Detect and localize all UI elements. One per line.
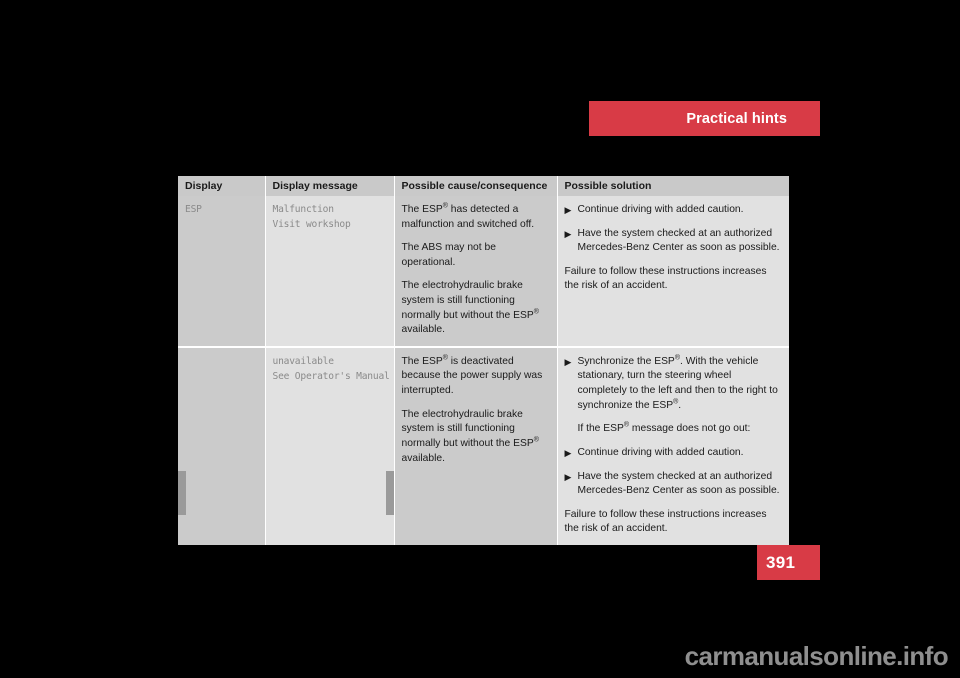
cause-paragraph: The ESP® has detected a malfunction and …	[401, 202, 535, 230]
registered-mark: ®	[442, 354, 448, 362]
cell-display-message: Malfunction Visit workshop	[265, 196, 395, 347]
display-messages-table: Display Display message Possible cause/c…	[178, 176, 789, 545]
cause-paragraph: The electrohydraulic brake system is sti…	[401, 280, 539, 336]
solution-bullet: ▶ Have the system checked at an authoriz…	[565, 227, 781, 256]
registered-mark: ®	[674, 354, 680, 362]
solution-mid-note: If the ESP® message does not go out:	[577, 421, 751, 435]
bullet-arrow-icon: ▶	[564, 356, 572, 367]
solution-bullet-text: Continue driving with added caution.	[577, 204, 744, 215]
solution-warning-note: Failure to follow these instructions inc…	[564, 508, 767, 535]
registered-mark: ®	[533, 308, 539, 316]
table-row: unavailable See Operator's Manual The ES…	[178, 345, 789, 545]
display-message-line: Visit workshop	[272, 218, 351, 230]
registered-mark: ®	[442, 202, 448, 210]
cause-paragraph: The ESP® is deactivated because the powe…	[401, 354, 543, 397]
chapter-banner-label: Practical hints	[686, 110, 787, 127]
column-header-solution: Possible solution	[557, 176, 789, 196]
display-message-line: See Operator's Manual	[272, 370, 390, 382]
solution-bullet: ▶ Continue driving with added caution.	[565, 203, 781, 218]
cause-paragraph: The ABS may not be operational.	[401, 242, 496, 268]
registered-mark: ®	[673, 398, 679, 406]
solution-bullet-text: Synchronize the ESP®. With the vehicle s…	[577, 354, 778, 411]
registered-mark: ®	[623, 421, 630, 429]
table-row: ESP Malfunction Visit workshop The ESP® …	[178, 196, 789, 347]
page-number-block: 391	[757, 545, 820, 580]
cell-cause: The ESP® has detected a malfunction and …	[394, 196, 558, 347]
display-code: ESP	[185, 204, 202, 215]
bullet-arrow-icon: ▶	[564, 471, 572, 482]
crop-mark-right	[386, 471, 394, 515]
cell-solution: ▶ Continue driving with added caution. ▶…	[557, 196, 789, 347]
bullet-arrow-icon: ▶	[564, 205, 572, 215]
chapter-banner: Practical hints	[589, 101, 820, 136]
page-number: 391	[766, 552, 796, 572]
solution-bullet-text: Have the system checked at an authorized…	[577, 470, 780, 497]
table-header-row: Display Display message Possible cause/c…	[178, 176, 789, 196]
cell-display: ESP	[178, 196, 266, 347]
bullet-arrow-icon: ▶	[564, 447, 572, 458]
site-watermark: carmanualsonline.info	[684, 641, 949, 671]
solution-bullet-text: Continue driving with added caution.	[577, 446, 744, 458]
column-header-cause: Possible cause/consequence	[394, 176, 558, 196]
cell-display-message: unavailable See Operator's Manual	[265, 345, 395, 545]
solution-warning-note: Failure to follow these instructions inc…	[564, 265, 767, 292]
registered-mark: ®	[533, 436, 539, 444]
cause-paragraph: The electrohydraulic brake system is sti…	[401, 408, 539, 464]
solution-bullet: ▶ Synchronize the ESP®. With the vehicle…	[564, 354, 781, 413]
crop-mark-left	[178, 471, 186, 515]
display-message-line: unavailable	[272, 355, 335, 367]
cell-cause: The ESP® is deactivated because the powe…	[394, 345, 558, 545]
column-header-message: Display message	[265, 176, 395, 196]
column-header-display: Display	[178, 176, 266, 196]
solution-bullet: ▶ Have the system checked at an authoriz…	[565, 470, 781, 499]
display-message-line: Malfunction	[272, 204, 335, 215]
cell-solution: ▶ Synchronize the ESP®. With the vehicle…	[557, 345, 789, 545]
solution-bullet-text: Have the system checked at an authorized…	[577, 227, 780, 254]
cell-display	[178, 345, 266, 545]
bullet-arrow-icon: ▶	[564, 228, 572, 239]
solution-bullet: ▶ Continue driving with added caution.	[565, 446, 781, 461]
